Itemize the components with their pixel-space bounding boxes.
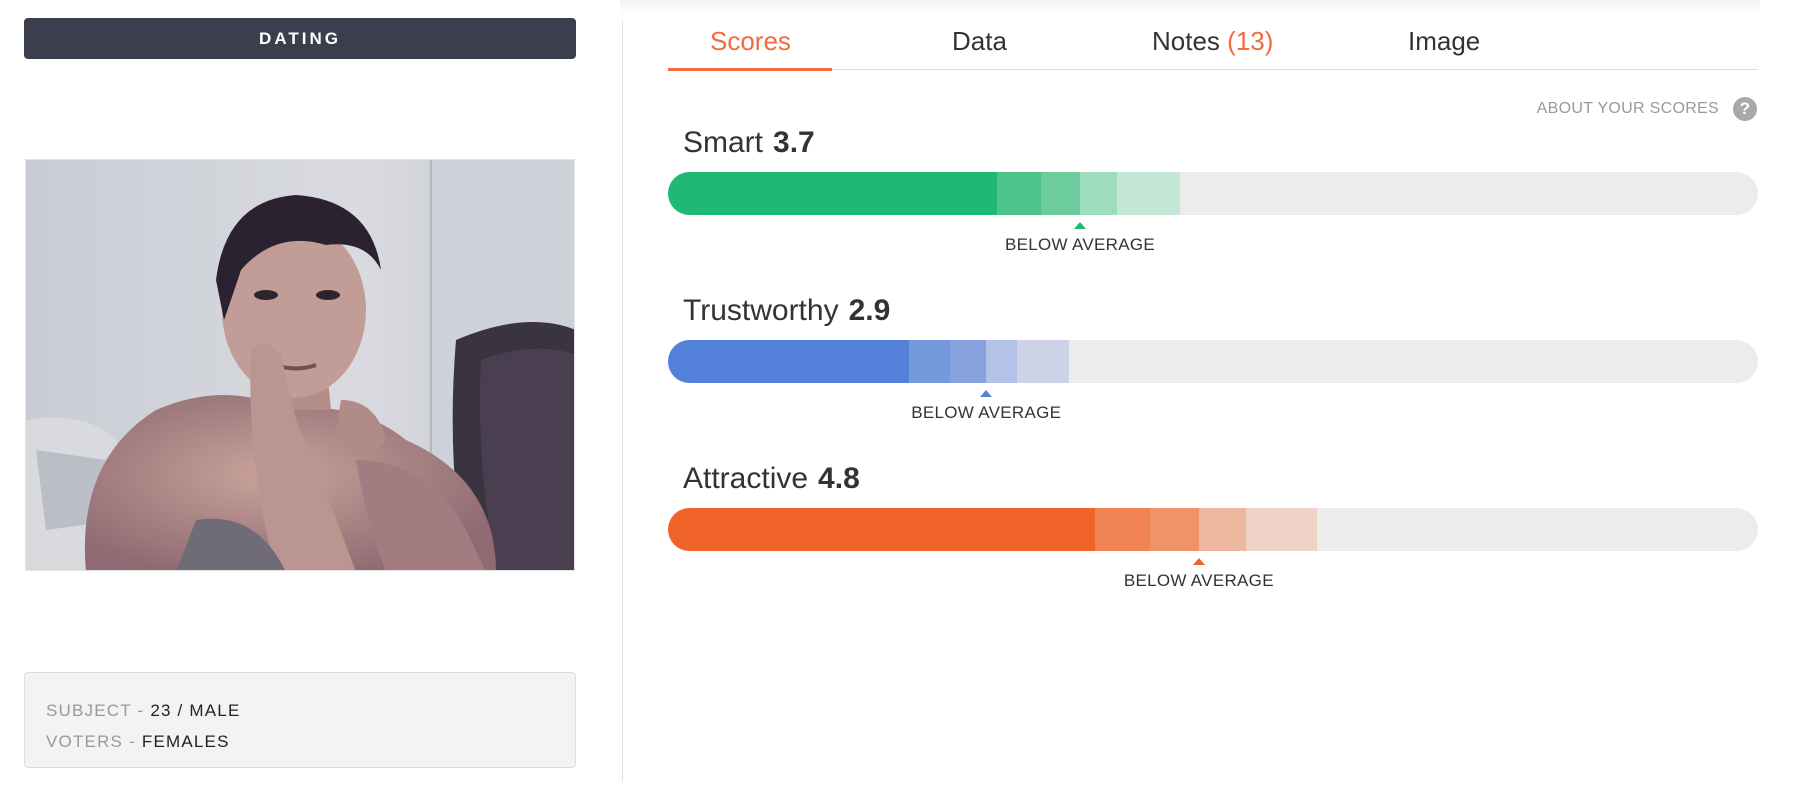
score-bar: [668, 508, 1758, 551]
about-scores-link[interactable]: ABOUT YOUR SCORES ?: [1537, 97, 1757, 121]
tab-notes[interactable]: Notes (13): [1152, 26, 1273, 57]
voters-value: FEMALES: [141, 732, 230, 751]
subject-separator: -: [137, 701, 145, 720]
subject-photo: [25, 159, 575, 571]
voters-key: VOTERS: [46, 732, 124, 751]
subject-value: 23 / MALE: [150, 701, 241, 720]
score-bar-fill: [668, 340, 909, 383]
subject-line: SUBJECT - 23 / MALE: [46, 695, 554, 726]
score-heading: Smart 3.7: [683, 126, 815, 160]
score-value: 3.7: [773, 126, 815, 159]
subject-key: SUBJECT: [46, 701, 132, 720]
category-button[interactable]: DATING: [24, 18, 576, 59]
score-bar-band: [1198, 508, 1246, 551]
score-bar-band: [1016, 340, 1070, 383]
active-tab-underline: [668, 68, 832, 71]
score-bar: [668, 340, 1758, 383]
tab-notes-count: (13): [1227, 26, 1274, 56]
score-bar-band: [908, 340, 951, 383]
top-shadow: [620, 0, 1760, 14]
voters-line: VOTERS - FEMALES: [46, 726, 554, 757]
rating-marker: [980, 390, 993, 397]
score-bar: [668, 172, 1758, 215]
score-bar-band: [1080, 172, 1118, 215]
score-bar-fill: [668, 508, 1096, 551]
score-bar-band: [1095, 508, 1150, 551]
score-label: Trustworthy: [683, 294, 839, 327]
score-label: Smart: [683, 126, 764, 159]
rating-label: BELOW AVERAGE: [911, 403, 1062, 422]
column-divider: [622, 20, 623, 782]
score-bar-band: [1245, 508, 1317, 551]
help-icon[interactable]: ?: [1733, 97, 1757, 121]
score-bar-band: [1117, 172, 1181, 215]
score-value: 2.9: [848, 294, 891, 327]
score-value: 4.8: [818, 462, 860, 495]
score-bar-fill: [668, 172, 998, 215]
subject-info-box: SUBJECT - 23 / MALE VOTERS - FEMALES: [24, 672, 576, 768]
score-label: Attractive: [683, 462, 809, 495]
rating-marker: [1192, 558, 1205, 565]
tab-data-label: Data: [952, 26, 1007, 56]
rating-marker: [1074, 222, 1087, 229]
score-heading: Trustworthy 2.9: [683, 294, 890, 328]
tab-scores-label: Scores: [710, 26, 791, 56]
tab-image-label: Image: [1408, 26, 1481, 56]
tab-bar: Scores Data Notes (13) Image: [668, 22, 1758, 71]
score-bar-band: [1149, 508, 1199, 551]
score-bar-band: [986, 340, 1017, 383]
tab-data[interactable]: Data: [952, 26, 1007, 57]
score-bar-band: [997, 172, 1041, 215]
rating-label: BELOW AVERAGE: [1005, 235, 1156, 254]
tab-notes-label: Notes: [1152, 26, 1220, 56]
voters-separator: -: [129, 732, 136, 751]
score-bar-band: [1040, 172, 1080, 215]
tab-image[interactable]: Image: [1408, 26, 1480, 57]
tab-scores[interactable]: Scores: [710, 26, 791, 57]
score-heading: Attractive 4.8: [683, 462, 860, 496]
score-bar-band: [950, 340, 987, 383]
rating-label: BELOW AVERAGE: [1123, 571, 1274, 590]
about-scores-label: ABOUT YOUR SCORES: [1536, 100, 1719, 117]
